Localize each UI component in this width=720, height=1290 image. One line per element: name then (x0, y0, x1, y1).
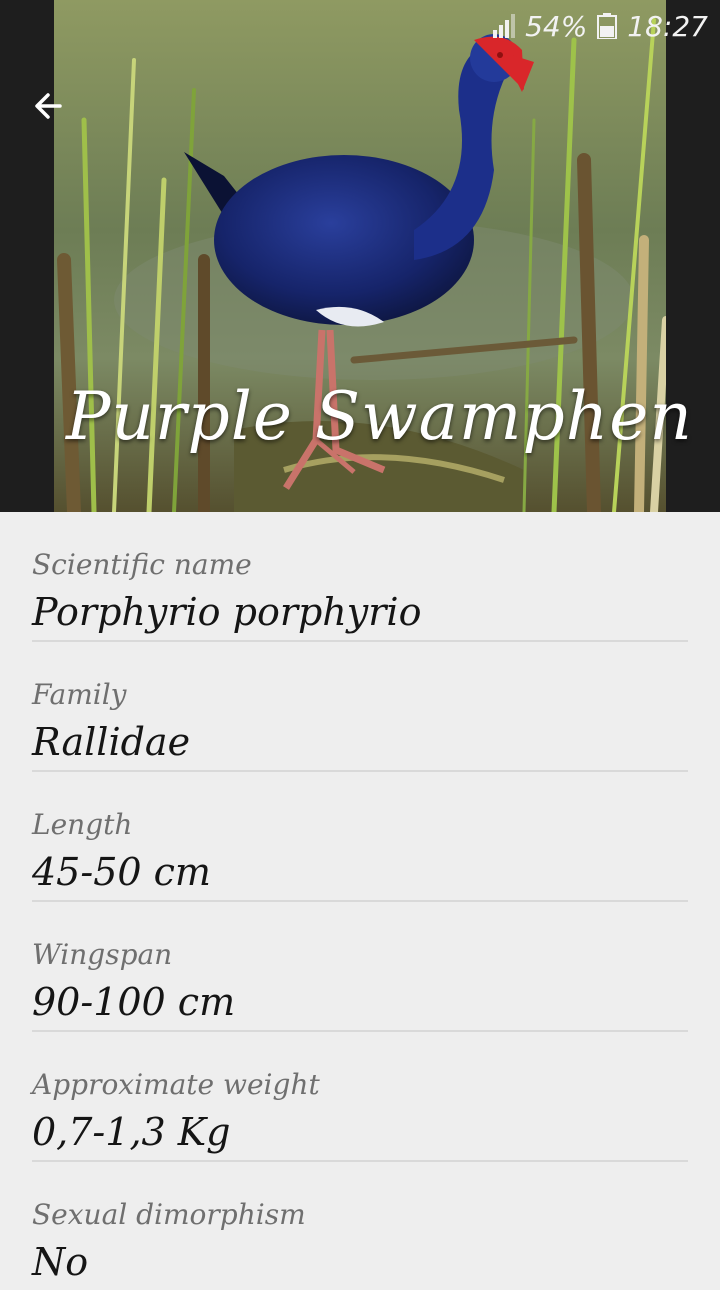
detail-value: 90-100 cm (32, 980, 236, 1024)
detail-value: No (32, 1240, 89, 1284)
back-button[interactable] (26, 84, 70, 128)
clock: 18:27 (627, 9, 708, 43)
battery-icon (597, 13, 618, 40)
detail-row-wingspan: Wingspan 90-100 cm (32, 902, 688, 1032)
detail-label: Sexual dimorphism (32, 1198, 306, 1231)
detail-row-weight: Approximate weight 0,7-1,3 Kg (32, 1032, 688, 1162)
detail-value: Porphyrio porphyrio (32, 590, 422, 634)
detail-label: Approximate weight (32, 1068, 320, 1101)
detail-row-sexual-dimorphism: Sexual dimorphism No (32, 1162, 688, 1290)
detail-label: Wingspan (32, 938, 173, 971)
page-title: Purple Swamphen (66, 378, 693, 455)
detail-value: 0,7-1,3 Kg (32, 1110, 231, 1154)
detail-row-family: Family Rallidae (32, 642, 688, 772)
detail-row-length: Length 45-50 cm (32, 772, 688, 902)
details-list: Scientific name Porphyrio porphyrio Fami… (0, 512, 720, 1290)
detail-label: Family (32, 678, 127, 711)
detail-value: 45-50 cm (32, 850, 211, 894)
detail-value: Rallidae (32, 720, 191, 764)
detail-label: Length (32, 808, 133, 841)
status-bar: 54% 18:27 (493, 8, 708, 44)
arrow-left-icon (35, 93, 62, 119)
signal-icon (493, 14, 516, 38)
detail-row-scientific-name: Scientific name Porphyrio porphyrio (32, 512, 688, 642)
hero-header: 54% 18:27 Purple Swamphen (0, 0, 720, 512)
battery-percent: 54% (525, 9, 588, 43)
detail-label: Scientific name (32, 548, 252, 581)
